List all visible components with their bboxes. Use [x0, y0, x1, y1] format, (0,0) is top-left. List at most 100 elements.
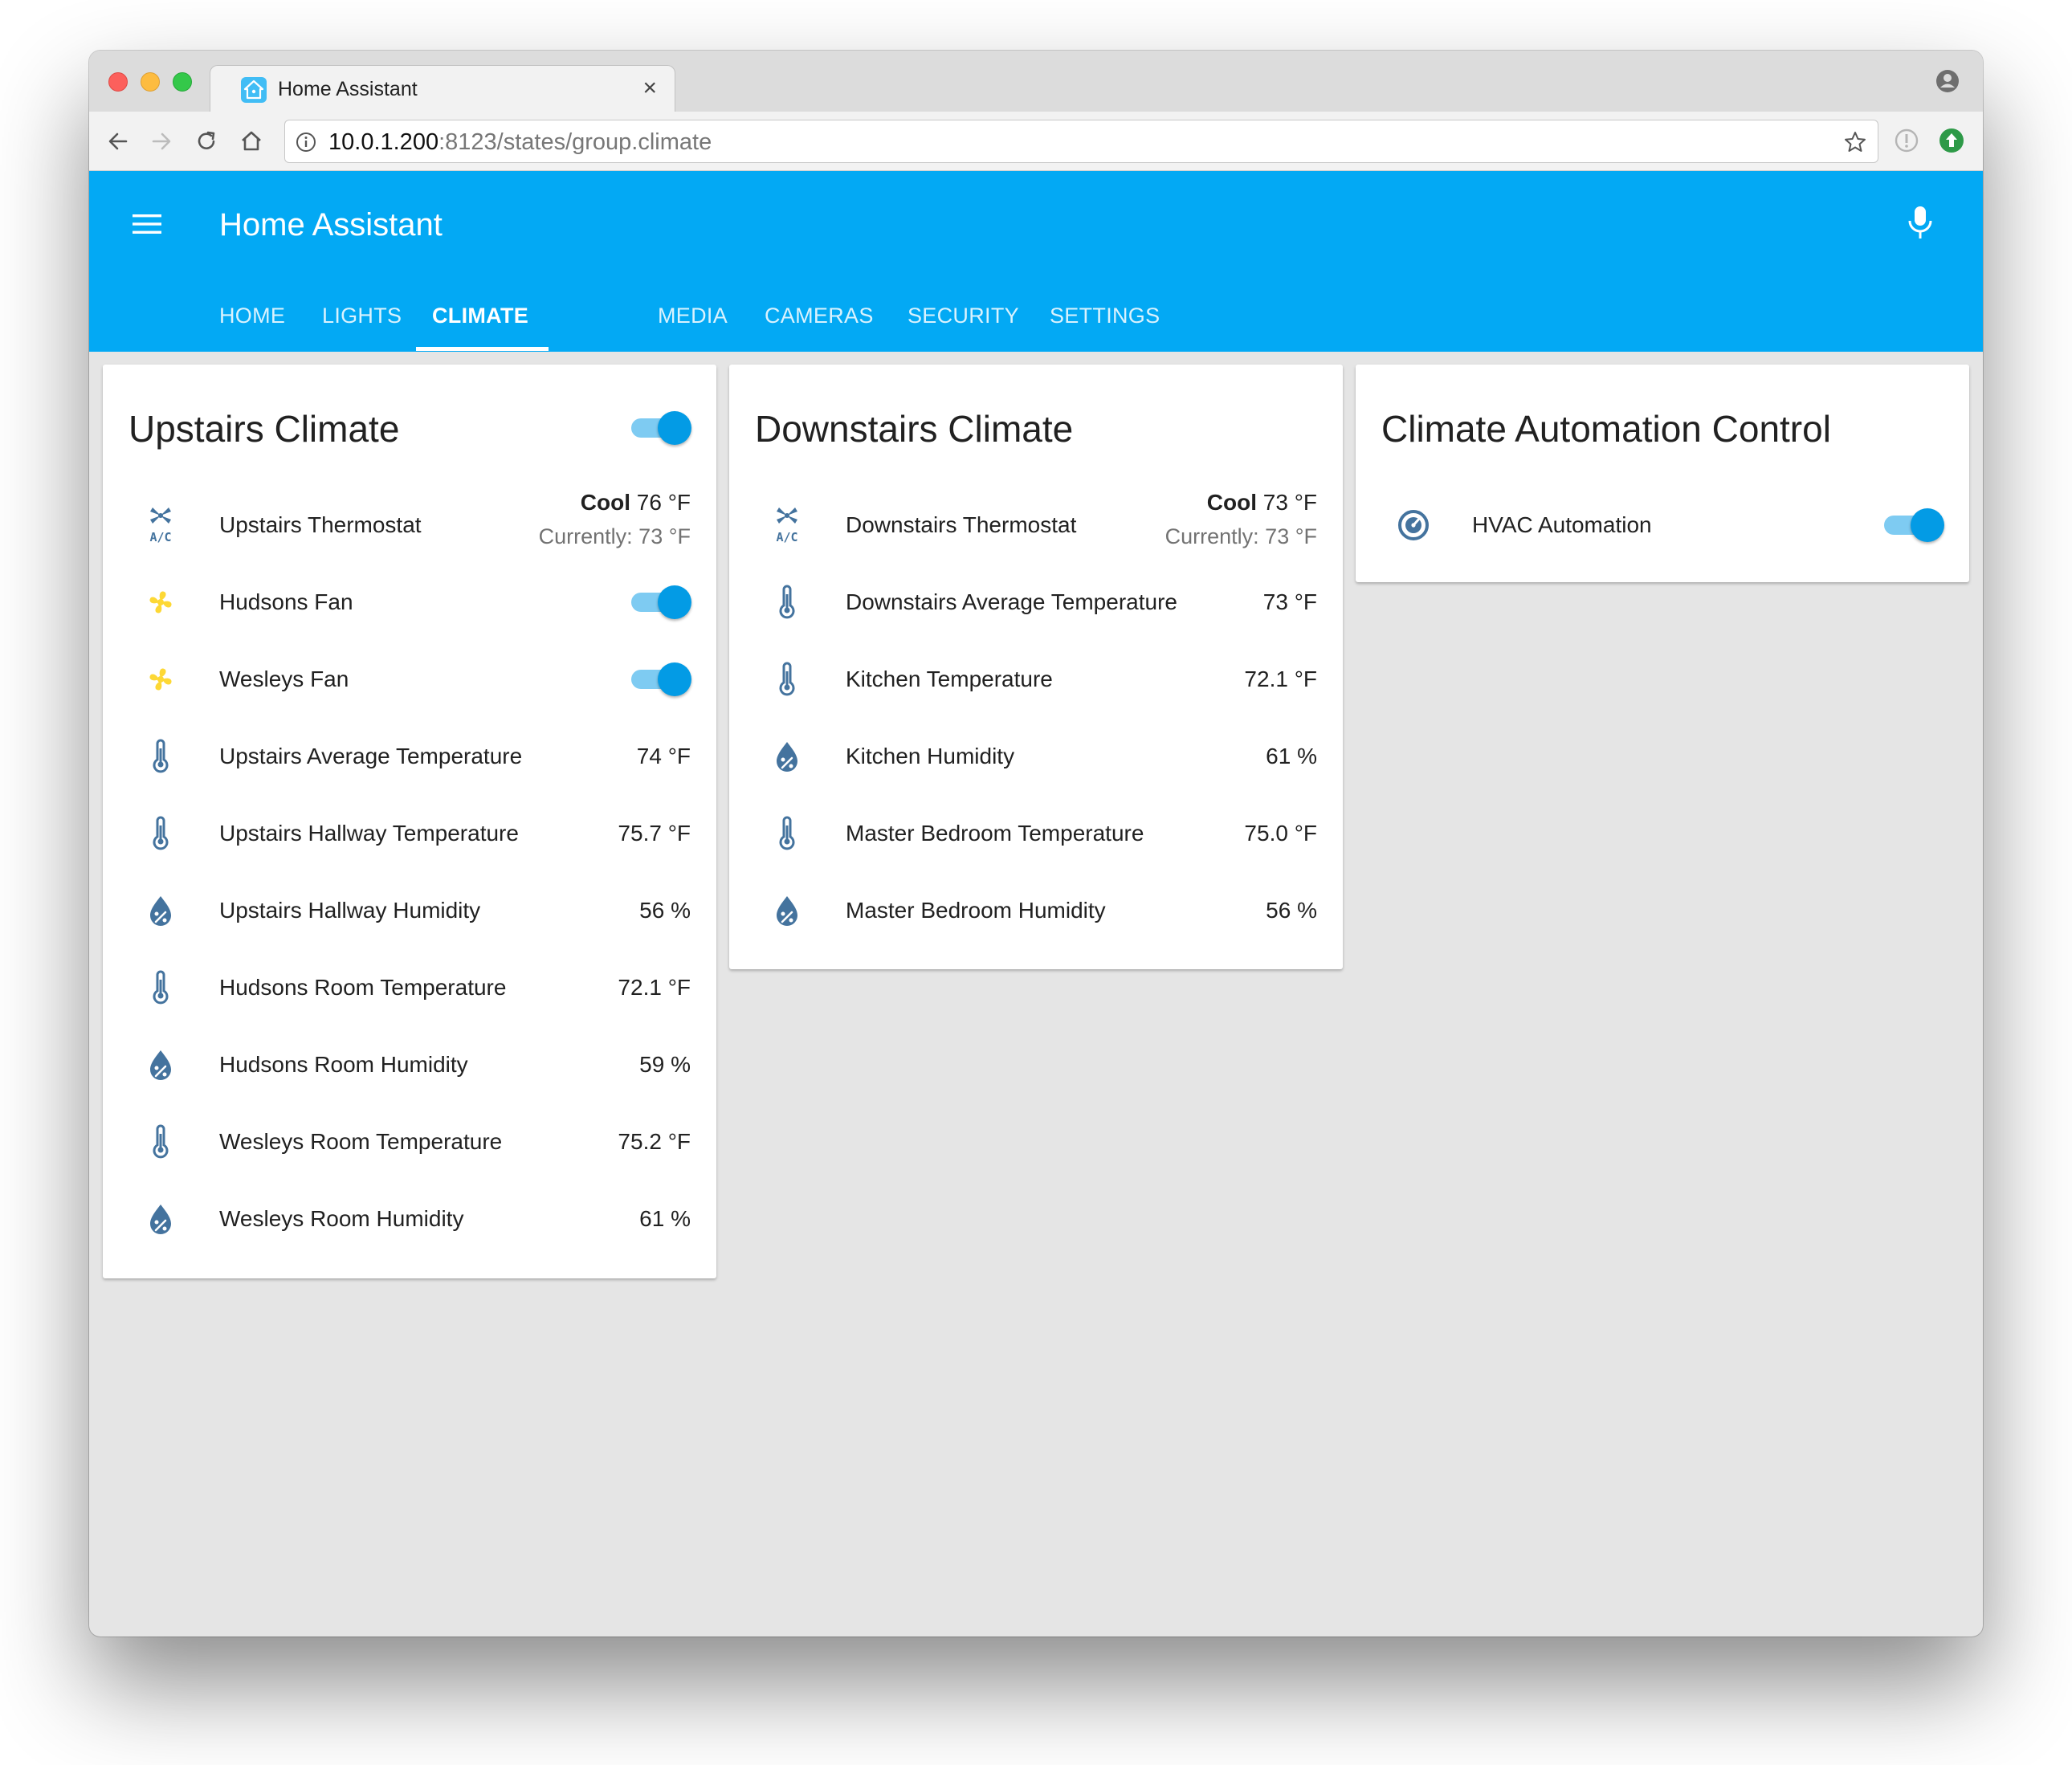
fan-row[interactable]: Wesleys Fan [103, 641, 716, 718]
sensor-row[interactable]: Hudsons Room Humidity 59 % [103, 1026, 716, 1103]
fan-icon [141, 583, 180, 622]
menu-icon[interactable] [131, 208, 163, 240]
sensor-name: Wesleys Room Temperature [219, 1129, 503, 1154]
sensor-row[interactable]: Upstairs Hallway Temperature 75.7 °F [103, 795, 716, 872]
tab-home[interactable]: HOME [219, 291, 285, 352]
hudsons-fan-toggle[interactable] [631, 582, 691, 622]
sensor-row[interactable]: Kitchen Temperature 72.1 °F [729, 641, 1343, 718]
app-title: Home Assistant [219, 207, 443, 243]
sensor-name: Wesleys Room Humidity [219, 1206, 464, 1231]
info-icon[interactable] [295, 131, 317, 153]
back-arrow-icon[interactable] [104, 127, 133, 156]
thermostat-row[interactable]: A/C Upstairs Thermostat Cool 76 °F Curre… [103, 487, 716, 564]
microphone-icon[interactable] [1904, 205, 1936, 240]
hvac-automation-toggle[interactable] [1884, 505, 1944, 545]
sensor-name: Upstairs Hallway Temperature [219, 821, 519, 846]
address-bar[interactable]: 10.0.1.200:8123/states/group.climate [284, 120, 1878, 163]
sensor-name: Hudsons Room Temperature [219, 975, 507, 1000]
fan-name: Wesleys Fan [219, 666, 349, 691]
tab-settings[interactable]: SETTINGS [1050, 291, 1160, 352]
sensor-row[interactable]: Hudsons Room Temperature 72.1 °F [103, 949, 716, 1026]
url-host: 10.0.1.200 [328, 129, 439, 155]
zoom-window-button[interactable] [173, 72, 192, 92]
thermostat-target-temp: 76 °F [636, 490, 691, 515]
thermometer-icon [768, 814, 806, 853]
reload-icon[interactable] [192, 127, 221, 156]
sensor-value: 56 % [639, 898, 691, 923]
water-percent-icon [141, 891, 180, 930]
thermostat-current: Currently: 73 °F [1164, 524, 1317, 548]
thermostat-mode: Cool [580, 490, 630, 515]
thermostat-target: Cool 73 °F [1207, 487, 1317, 519]
tab-climate[interactable]: CLIMATE [432, 291, 528, 352]
sensor-name: Downstairs Average Temperature [846, 589, 1177, 614]
tab-cameras[interactable]: CAMERAS [765, 291, 874, 352]
thermostat-name: Downstairs Thermostat [846, 512, 1077, 537]
sensor-row[interactable]: Upstairs Average Temperature 74 °F [103, 718, 716, 795]
sensor-row[interactable]: Kitchen Humidity 61 % [729, 718, 1343, 795]
forward-arrow-icon[interactable] [147, 127, 176, 156]
upstairs-climate-card: Upstairs Climate A/C Upstairs Thermostat… [103, 365, 716, 1278]
thermostat-row[interactable]: A/C Downstairs Thermostat Cool 73 °F Cur… [729, 487, 1343, 564]
robot-icon [1394, 506, 1433, 544]
card-title: Downstairs Climate [755, 408, 1074, 450]
extension-info-icon[interactable] [1893, 127, 1920, 154]
sensor-value: 56 % [1266, 898, 1317, 923]
thermometer-icon [141, 968, 180, 1007]
sensor-value: 75.2 °F [618, 1129, 691, 1154]
air-conditioner-icon: A/C [141, 506, 180, 544]
close-window-button[interactable] [108, 72, 128, 92]
extension-update-icon[interactable] [1938, 127, 1965, 154]
profile-icon[interactable] [1935, 68, 1960, 94]
sensor-row[interactable]: Master Bedroom Humidity 56 % [729, 872, 1343, 949]
app-header: Home Assistant HOME LIGHTS CLIMATE MEDIA… [89, 171, 1983, 352]
active-tab-indicator [416, 347, 549, 351]
thermostat-mode: Cool [1206, 490, 1257, 515]
sensor-value: 61 % [639, 1206, 691, 1231]
sensor-value: 59 % [639, 1052, 691, 1077]
browser-tab[interactable]: Home Assistant × [210, 65, 675, 112]
url-text[interactable]: 10.0.1.200:8123/states/group.climate [328, 128, 712, 157]
tab-media[interactable]: MEDIA [658, 291, 728, 352]
downstairs-climate-card: Downstairs Climate A/C Downstairs Thermo… [729, 365, 1343, 969]
sensor-row[interactable]: Wesleys Room Temperature 75.2 °F [103, 1103, 716, 1180]
home-assistant-favicon-icon [241, 77, 267, 103]
sensor-row[interactable]: Downstairs Average Temperature 73 °F [729, 564, 1343, 641]
fan-row[interactable]: Hudsons Fan [103, 564, 716, 641]
sensor-name: Upstairs Hallway Humidity [219, 898, 481, 923]
water-percent-icon [141, 1200, 180, 1238]
water-percent-icon [141, 1046, 180, 1084]
tab-title: Home Assistant [278, 78, 418, 100]
tab-security[interactable]: SECURITY [908, 291, 1019, 352]
wesleys-fan-toggle[interactable] [631, 659, 691, 699]
sensor-value: 75.0 °F [1244, 821, 1317, 846]
thermostat-name: Upstairs Thermostat [219, 512, 422, 537]
automation-row[interactable]: HVAC Automation [1356, 487, 1969, 564]
thermostat-target-temp: 73 °F [1262, 490, 1317, 515]
thermostat-current: Currently: 73 °F [538, 524, 691, 548]
minimize-window-button[interactable] [141, 72, 160, 92]
sensor-value: 61 % [1266, 744, 1317, 768]
upstairs-climate-toggle[interactable] [631, 408, 691, 448]
thermometer-icon [768, 660, 806, 699]
tab-lights[interactable]: LIGHTS [322, 291, 402, 352]
sensor-row[interactable]: Master Bedroom Temperature 75.0 °F [729, 795, 1343, 872]
air-conditioner-icon: A/C [768, 506, 806, 544]
thermometer-icon [768, 583, 806, 622]
sensor-row[interactable]: Upstairs Hallway Humidity 56 % [103, 872, 716, 949]
sensor-value: 72.1 °F [618, 975, 691, 1000]
home-icon[interactable] [237, 127, 266, 156]
svg-text:A/C: A/C [149, 530, 171, 544]
svg-text:A/C: A/C [776, 530, 797, 544]
water-percent-icon [768, 891, 806, 930]
sensor-value: 73 °F [1262, 589, 1317, 614]
thermometer-icon [141, 814, 180, 853]
card-title: Upstairs Climate [128, 408, 400, 450]
fan-name: Hudsons Fan [219, 589, 353, 614]
tab-close-icon[interactable]: × [642, 74, 657, 103]
bookmark-star-icon[interactable] [1842, 129, 1868, 155]
sensor-row[interactable]: Wesleys Room Humidity 61 % [103, 1180, 716, 1258]
card-title: Climate Automation Control [1381, 408, 1831, 450]
tab-strip: Home Assistant × [89, 51, 1983, 112]
automation-name: HVAC Automation [1472, 512, 1652, 537]
